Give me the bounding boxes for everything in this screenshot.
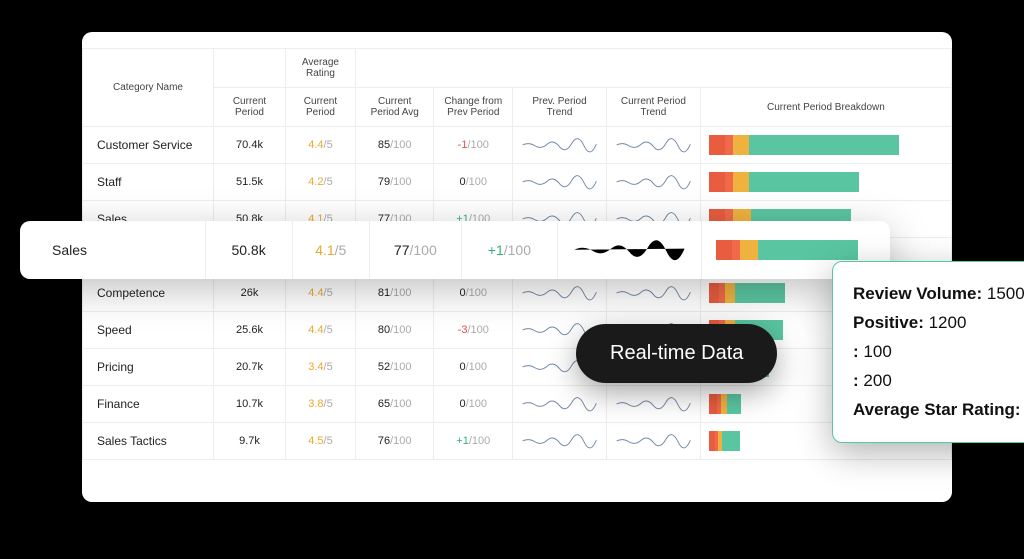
tooltip-avg-rating: Average Star Rating: 4.8/5 [853, 396, 1024, 425]
header-breakdown: Current Period Breakdown [700, 88, 951, 127]
row-change: 0/100 [434, 164, 513, 201]
sparkline-icon [615, 172, 692, 192]
tooltip-review-volume: Review Volume: 1500 [853, 280, 1024, 309]
row-change: 0/100 [434, 349, 513, 386]
row-name: Pricing [83, 349, 214, 386]
row-rating: 4.5/5 [286, 423, 356, 460]
header-change: Change from Prev Period [434, 88, 513, 127]
sparkline-icon [521, 394, 598, 414]
row-curr-trend [606, 423, 700, 460]
sparkline-icon [615, 394, 692, 414]
row-name: Sales Tactics [83, 423, 214, 460]
row-avg: 52/100 [355, 349, 434, 386]
row-rating: 4.4/5 [286, 312, 356, 349]
row-name: Staff [83, 164, 214, 201]
row-breakdown [700, 127, 951, 164]
header-empty-span [355, 49, 951, 88]
row-curr-trend [606, 127, 700, 164]
row-volume: 9.7k [213, 423, 285, 460]
row-volume: 70.4k [213, 127, 285, 164]
row-avg: 65/100 [355, 386, 434, 423]
header-curr-trend: Current Period Trend [606, 88, 700, 127]
sparkline-icon [615, 431, 692, 451]
table-row[interactable]: Pricing20.7k3.4/552/1000/100 [83, 349, 952, 386]
table-row[interactable]: Staff51.5k4.2/579/1000/100 [83, 164, 952, 201]
row-name: Competence [83, 275, 214, 312]
row-change: -1/100 [434, 127, 513, 164]
tooltip-negative: : 200 [853, 367, 1024, 396]
table-row[interactable]: Speed25.6k4.4/580/100-3/100 [83, 312, 952, 349]
header-volume: Current Period [213, 88, 285, 127]
sales-avg: 77/100 [370, 221, 462, 279]
row-change: 0/100 [434, 386, 513, 423]
row-name: Customer Service [83, 127, 214, 164]
sparkline-icon [521, 283, 598, 303]
row-volume: 20.7k [213, 349, 285, 386]
sparkline-icon [572, 236, 687, 264]
row-avg: 76/100 [355, 423, 434, 460]
sparkline-icon [615, 283, 692, 303]
table-row[interactable]: Finance10.7k3.8/565/1000/100 [83, 386, 952, 423]
header-category: Category Name [83, 49, 214, 127]
row-volume: 26k [213, 275, 285, 312]
row-volume: 51.5k [213, 164, 285, 201]
row-avg: 81/100 [355, 275, 434, 312]
row-change: +1/100 [434, 423, 513, 460]
row-name: Speed [83, 312, 214, 349]
table-row[interactable]: Customer Service70.4k4.4/585/100-1/100 [83, 127, 952, 164]
row-curr-trend [606, 275, 700, 312]
row-prev-trend [513, 386, 607, 423]
sales-volume: 50.8k [206, 221, 293, 279]
tooltip-neutral: : 100 [853, 338, 1024, 367]
row-curr-trend [606, 386, 700, 423]
header-avg-rating: Average Rating [286, 49, 356, 88]
sales-change: +1/100 [462, 221, 558, 279]
row-avg: 79/100 [355, 164, 434, 201]
row-prev-trend [513, 275, 607, 312]
header-rating: Current Period [286, 88, 356, 127]
row-prev-trend [513, 127, 607, 164]
sales-label: Sales [38, 221, 206, 279]
row-curr-trend [606, 164, 700, 201]
sparkline-icon [521, 431, 598, 451]
header-empty [213, 49, 285, 88]
breakdown-tooltip: Review Volume: 1500 Positive: 1200 : 100… [832, 261, 1024, 443]
realtime-badge: Real-time Data [576, 324, 777, 383]
row-change: -3/100 [434, 312, 513, 349]
sales-highlight-row[interactable]: Sales 50.8k 4.1/5 77/100 +1/100 [20, 221, 890, 279]
row-prev-trend [513, 164, 607, 201]
row-rating: 4.4/5 [286, 127, 356, 164]
row-prev-trend [513, 423, 607, 460]
row-rating: 3.4/5 [286, 349, 356, 386]
header-prev-trend: Prev. Period Trend [513, 88, 607, 127]
row-breakdown [700, 164, 951, 201]
table-row[interactable]: Competence26k4.4/581/1000/100 [83, 275, 952, 312]
sales-rating: 4.1/5 [293, 221, 370, 279]
row-avg: 80/100 [355, 312, 434, 349]
row-rating: 4.2/5 [286, 164, 356, 201]
row-avg: 85/100 [355, 127, 434, 164]
header-avg: Current Period Avg [355, 88, 434, 127]
row-rating: 4.4/5 [286, 275, 356, 312]
sparkline-icon [615, 135, 692, 155]
row-volume: 10.7k [213, 386, 285, 423]
sales-trend [558, 221, 702, 279]
row-change: 0/100 [434, 275, 513, 312]
row-name: Finance [83, 386, 214, 423]
sparkline-icon [521, 172, 598, 192]
table-row[interactable]: Sales Tactics9.7k4.5/576/100+1/100 [83, 423, 952, 460]
sparkline-icon [521, 135, 598, 155]
row-volume: 25.6k [213, 312, 285, 349]
tooltip-positive: Positive: 1200 [853, 309, 1024, 338]
row-rating: 3.8/5 [286, 386, 356, 423]
